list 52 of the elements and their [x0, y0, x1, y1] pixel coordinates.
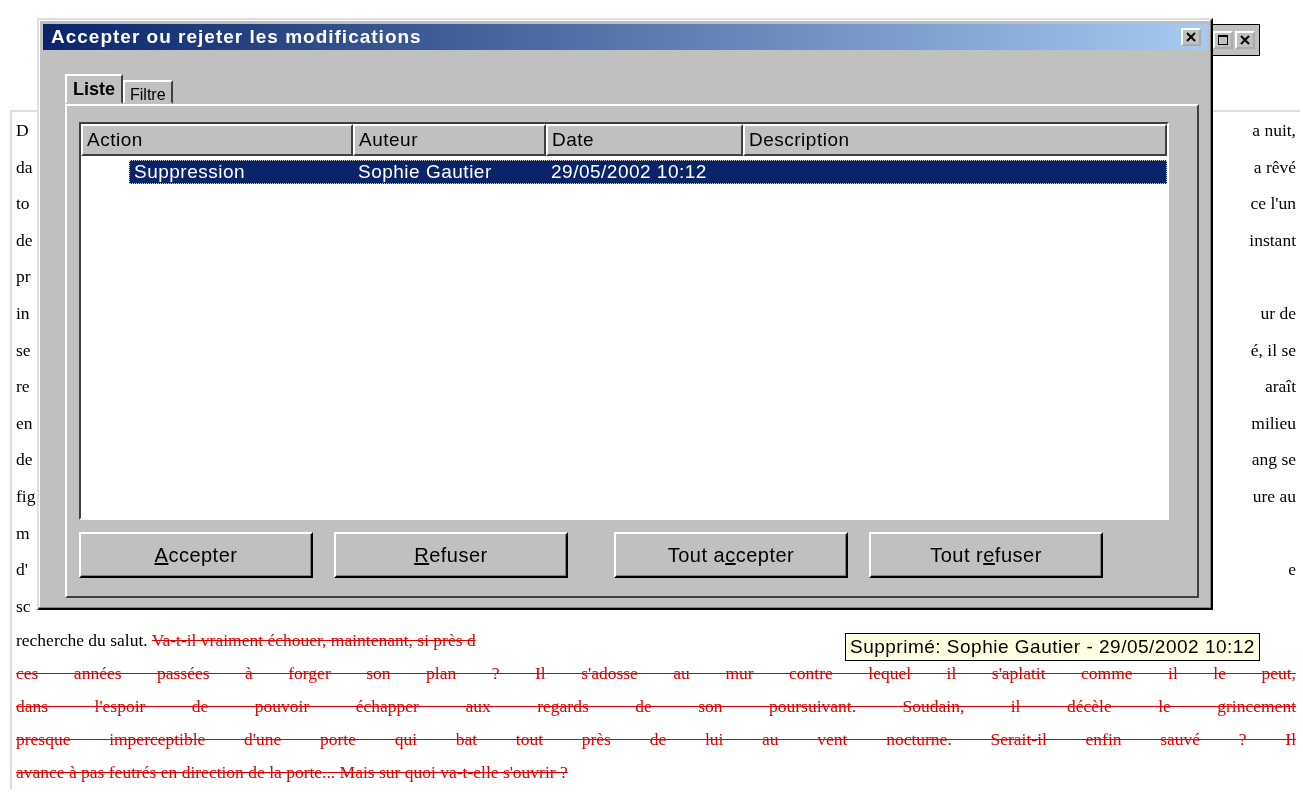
- text-fragment: ure au: [1252, 484, 1296, 508]
- text-line: recherche du salut. Va-t-il vraiment échouer, maintenant, si près d: [16, 629, 476, 653]
- window-title: Accepter ou rejeter les modifications: [51, 26, 422, 48]
- text-line: presque imperceptible d'une porte qui bat tout près de lui au vent nocturne. Serait-il enfin sauvé ? Il: [16, 728, 1296, 752]
- column-header[interactable]: Action: [81, 124, 353, 156]
- tab[interactable]: Filtre: [123, 80, 173, 104]
- column-header[interactable]: Auteur: [353, 124, 546, 156]
- text-fragment: é, il se: [1250, 338, 1296, 362]
- text-fragment: e: [1288, 558, 1296, 582]
- text-fragment: de: [16, 228, 33, 252]
- table-cell-text: 29/05/2002 10:12: [550, 161, 708, 183]
- column-header[interactable]: Description: [743, 124, 1167, 156]
- text-fragment: pr: [16, 265, 31, 289]
- text-fragment: araît: [1264, 375, 1296, 399]
- action-button[interactable]: Accepter: [79, 532, 313, 578]
- text-fragment: instant: [1249, 228, 1296, 252]
- text-fragment: re: [16, 375, 30, 399]
- maximize-button[interactable]: [1213, 31, 1233, 49]
- action-button[interactable]: Refuser: [334, 532, 568, 578]
- tab[interactable]: Liste: [65, 74, 123, 104]
- text-fragment: d': [16, 558, 28, 582]
- table-cell-text: Suppression: [133, 161, 247, 183]
- close-button[interactable]: [1181, 28, 1201, 46]
- text-fragment: in: [16, 301, 30, 325]
- text-fragment: sc: [16, 594, 31, 618]
- text-line: ces années passées à forger son plan ? Il s'adosse au mur contre lequel il s'aplatit comme il le peut,: [16, 662, 1296, 686]
- tooltip: Supprimé: Sophie Gautier - 29/05/2002 10:12: [845, 633, 1260, 661]
- text-fragment: ur de: [1260, 301, 1296, 325]
- text-line: dans l'espoir de pouvoir échapper aux regards de son poursuivant. Soudain, il décèle le grincement: [16, 695, 1296, 719]
- text-fragment: de: [16, 448, 33, 472]
- column-header[interactable]: Date: [546, 124, 743, 156]
- text-fragment: a nuit,: [1252, 119, 1296, 142]
- text-fragment: da: [16, 155, 33, 179]
- close-button[interactable]: [1235, 31, 1255, 49]
- text-fragment: se: [16, 338, 31, 362]
- text-fragment: ce l'un: [1250, 192, 1296, 216]
- text-fragment: to: [16, 192, 30, 216]
- text-fragment: ang se: [1251, 448, 1296, 472]
- text-fragment: a rêvé: [1253, 155, 1296, 179]
- maximize-icon: [1218, 35, 1228, 45]
- text-fragment: D: [16, 119, 29, 142]
- action-button[interactable]: Tout refuser: [869, 532, 1103, 578]
- list-row[interactable]: Suppression Sophie Gautier 29/05/2002 10:12: [129, 160, 1167, 184]
- text-fragment: m: [16, 521, 30, 545]
- text-fragment: milieu: [1251, 411, 1296, 435]
- text-fragment: en: [16, 411, 33, 435]
- close-icon: [1240, 35, 1250, 45]
- text-fragment: fig: [16, 484, 36, 508]
- close-icon: [1186, 32, 1196, 42]
- action-button[interactable]: Tout accepter: [614, 532, 848, 578]
- table-cell-text: Sophie Gautier: [357, 161, 493, 183]
- text-line: avance à pas feutrés en direction de la porte... Mais sur quoi va-t-elle s'ouvrir ?: [16, 761, 568, 785]
